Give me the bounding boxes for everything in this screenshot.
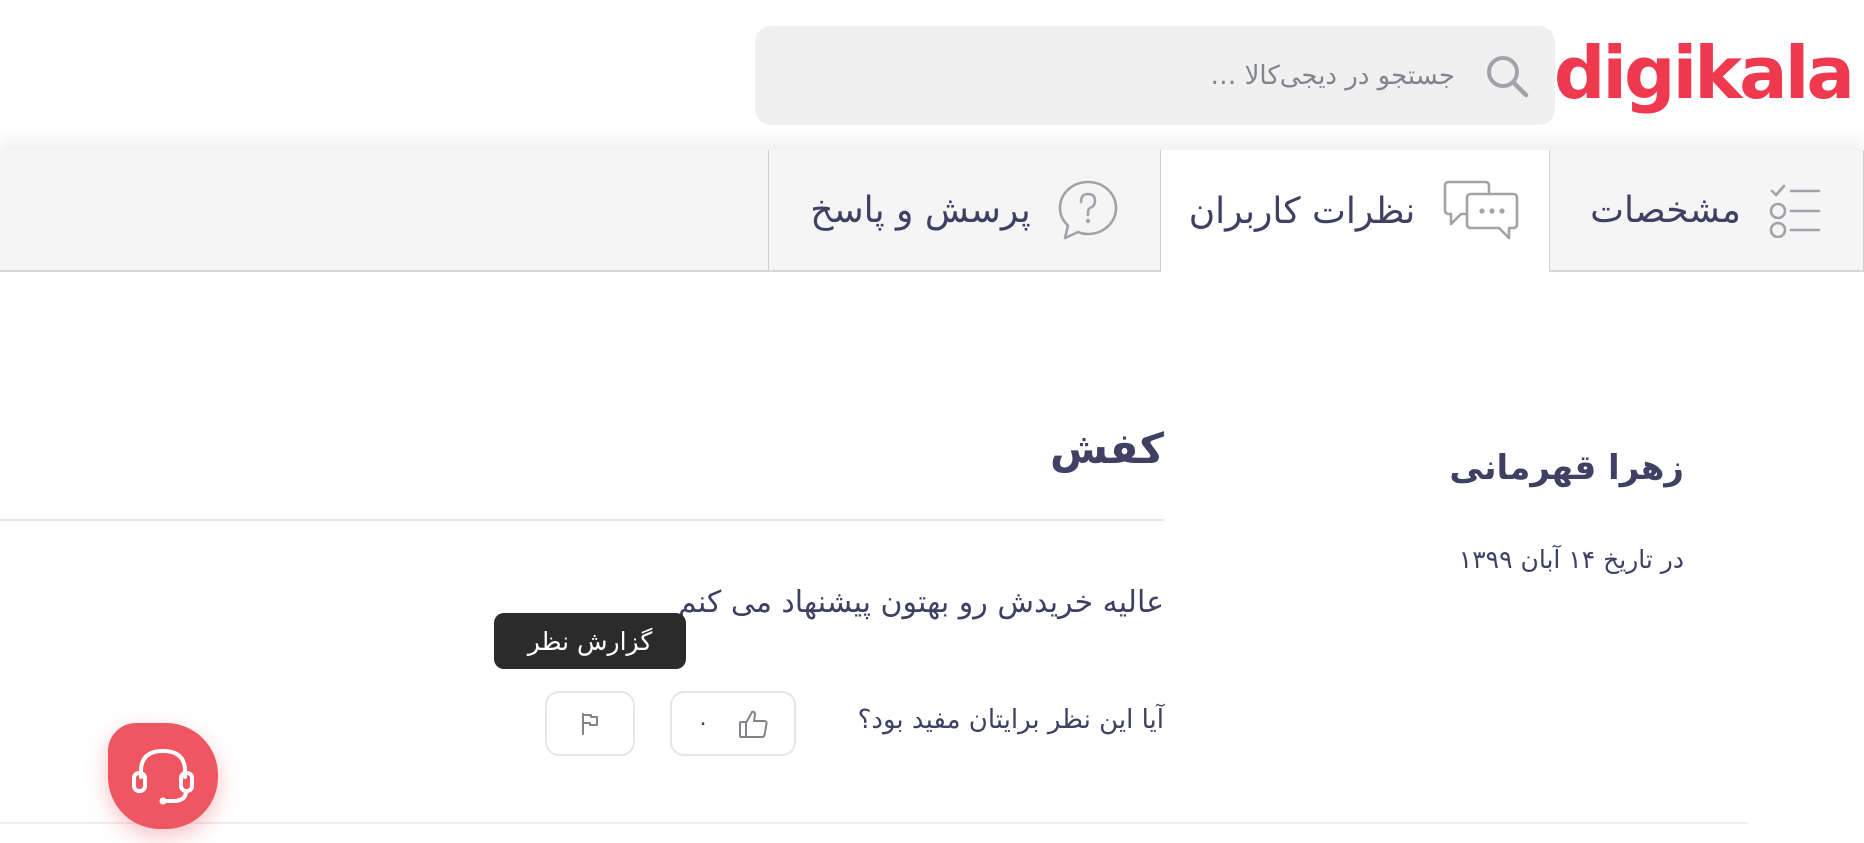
search-icon[interactable] [1483, 52, 1531, 100]
tab-questions-label: پرسش و پاسخ [810, 189, 1031, 231]
tab-comments[interactable]: نظرات کاربران [1160, 150, 1549, 272]
search-input[interactable] [815, 26, 1455, 125]
search-box[interactable] [755, 26, 1555, 125]
tab-comments-label: نظرات کاربران [1188, 190, 1416, 232]
digikala-logo[interactable]: digikala [1554, 28, 1855, 118]
review-divider [0, 519, 1164, 521]
tab-specs-label: مشخصات [1590, 189, 1741, 231]
site-header: digikala [0, 0, 1864, 150]
headset-icon [132, 749, 194, 805]
product-tabs: مشخصات نظرات کاربران پرسش و پاسخ [0, 150, 1864, 272]
thumbs-up-icon [738, 710, 768, 738]
review-date: در تاریخ ۱۴ آبان ۱۳۹۹ [1458, 545, 1684, 574]
support-button[interactable] [108, 723, 218, 829]
section-divider [0, 822, 1748, 824]
like-button[interactable]: ۰ [670, 691, 796, 756]
helpful-question: آیا این نظر برایتان مفید بود؟ [857, 705, 1164, 735]
report-button[interactable] [545, 691, 635, 756]
question-bubble-icon [1058, 180, 1118, 240]
review-title: کفش [1049, 424, 1164, 473]
report-tooltip: گزارش نظر [494, 613, 686, 669]
chat-bubbles-icon [1443, 180, 1519, 240]
flag-icon [582, 712, 598, 735]
specs-list-icon [1769, 184, 1821, 238]
review-body: عالیه خریدش رو بهتون پیشنهاد می کنم [677, 585, 1164, 620]
logo-text[interactable]: digikala [1554, 28, 1855, 118]
tab-questions[interactable]: پرسش و پاسخ [768, 150, 1160, 270]
reviewer-name: زهرا قهرمانی [1449, 448, 1684, 488]
tab-specs[interactable]: مشخصات [1549, 150, 1864, 270]
like-count: ۰ [697, 711, 709, 736]
